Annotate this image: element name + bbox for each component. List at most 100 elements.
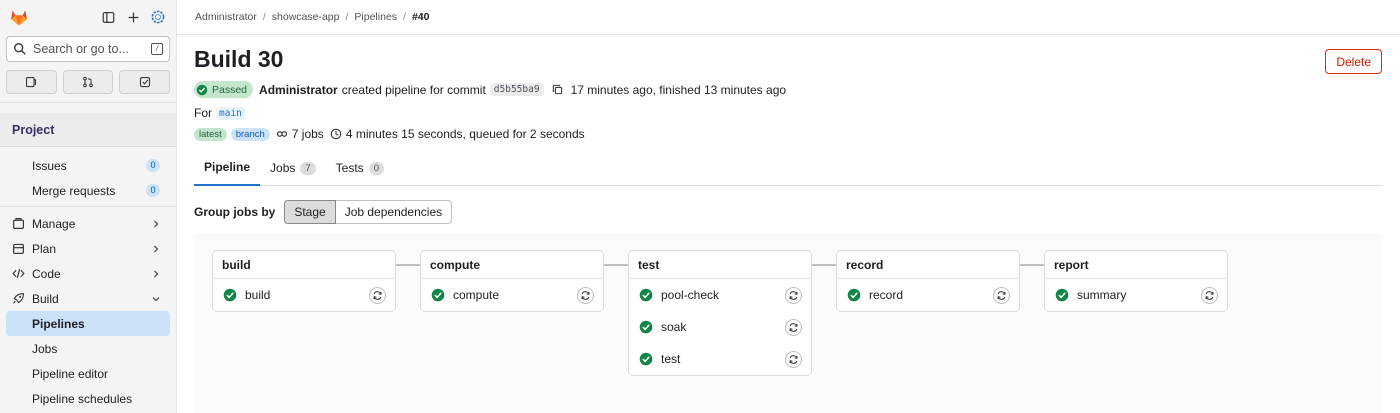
- breadcrumb-item[interactable]: showcase-app: [272, 11, 340, 23]
- check-circle-icon: [431, 288, 445, 302]
- copy-icon[interactable]: [552, 84, 563, 95]
- stage-build: build build: [212, 250, 396, 312]
- retry-button[interactable]: [369, 286, 386, 304]
- search-input[interactable]: Search or go to... /: [6, 36, 170, 62]
- retry-button[interactable]: [785, 318, 802, 336]
- commit-sha[interactable]: d5b55ba9: [489, 83, 544, 96]
- stage-title: test: [629, 251, 811, 279]
- stage-connector: [812, 264, 836, 266]
- check-circle-icon: [639, 288, 653, 302]
- check-circle-icon: [196, 84, 208, 95]
- job-name: soak: [661, 320, 687, 334]
- gitlab-logo-icon[interactable]: [9, 7, 29, 27]
- breadcrumb-item[interactable]: Administrator: [195, 11, 257, 23]
- stage-title: build: [213, 251, 395, 279]
- group-by-stage-button[interactable]: Stage: [284, 200, 336, 224]
- pipeline-jobs-icon: [276, 131, 287, 137]
- chevron-down-icon: [152, 295, 160, 303]
- stage-report: report summary: [1044, 250, 1228, 312]
- sidebar-item-label: Code: [32, 266, 61, 281]
- chevron-right-icon: [152, 245, 160, 253]
- sidebar-item-plan[interactable]: Plan: [6, 236, 170, 261]
- page-title: Build 30: [194, 46, 284, 72]
- branch-ref[interactable]: main: [216, 106, 245, 120]
- todo-button[interactable]: [119, 70, 171, 94]
- group-by-dependencies-button[interactable]: Job dependencies: [335, 200, 453, 224]
- sidebar-item-label: Merge requests: [32, 183, 116, 198]
- group-by-label: Group jobs by: [194, 205, 276, 219]
- group-jobs-by: Group jobs by Stage Job dependencies: [194, 200, 453, 224]
- author-link[interactable]: Administrator: [259, 83, 338, 97]
- sidebar-top: [0, 0, 176, 34]
- sidebar-item-issues[interactable]: Issues 0: [6, 153, 170, 178]
- sidebar-item-pipelines[interactable]: Pipelines: [6, 311, 170, 336]
- sidebar-item-merge-requests[interactable]: Merge requests 0: [6, 178, 170, 203]
- retry-button[interactable]: [785, 286, 802, 304]
- job-record[interactable]: record: [837, 279, 1019, 311]
- sidebar-item-label: Issues: [32, 158, 67, 173]
- assigned-issues-button[interactable]: [6, 70, 57, 94]
- job-build[interactable]: build: [213, 279, 395, 311]
- sidebar-item-pipeline-schedules[interactable]: Pipeline schedules: [6, 386, 170, 411]
- chevron-right-icon: [152, 270, 160, 278]
- sidebar-section-project[interactable]: Project: [0, 113, 176, 147]
- status-badge[interactable]: Passed: [194, 81, 254, 98]
- delete-button[interactable]: Delete: [1325, 49, 1382, 74]
- for-label: For: [194, 106, 212, 120]
- job-pool-check[interactable]: pool-check: [629, 279, 811, 311]
- sidebar-item-pipeline-editor[interactable]: Pipeline editor: [6, 361, 170, 386]
- retry-icon: [789, 354, 798, 364]
- count-badge: 0: [146, 184, 160, 197]
- user-avatar-icon[interactable]: [150, 9, 166, 25]
- group-by-toggle: Stage Job dependencies: [284, 200, 453, 224]
- sidebar-item-label: Manage: [32, 216, 76, 231]
- breadcrumb-item[interactable]: Pipelines: [354, 11, 397, 23]
- tab-tests[interactable]: Tests 0: [326, 150, 394, 186]
- stage-title: compute: [421, 251, 603, 279]
- check-circle-icon: [639, 320, 653, 334]
- status-label: Passed: [212, 83, 248, 96]
- job-summary[interactable]: summary: [1045, 279, 1227, 311]
- pipeline-tabs: Pipeline Jobs 7 Tests 0: [194, 150, 1382, 186]
- tab-jobs[interactable]: Jobs 7: [260, 150, 326, 186]
- tab-count-badge: 7: [300, 161, 316, 175]
- retry-button[interactable]: [785, 350, 802, 368]
- search-placeholder: Search or go to...: [33, 42, 129, 56]
- sidebar-item-code[interactable]: Code: [6, 261, 170, 286]
- count-badge: 0: [146, 159, 160, 172]
- branch-badge: branch: [230, 127, 270, 141]
- chevron-right-icon: [152, 220, 160, 228]
- keyboard-shortcut-icon: /: [151, 43, 163, 55]
- issues-icon: [26, 76, 37, 88]
- retry-icon: [1205, 290, 1214, 300]
- job-soak[interactable]: soak: [629, 311, 811, 343]
- job-compute[interactable]: compute: [421, 279, 603, 311]
- check-circle-icon: [847, 288, 861, 302]
- sidebar-item-manage[interactable]: Manage: [6, 211, 170, 236]
- job-name: summary: [1077, 288, 1127, 302]
- retry-button[interactable]: [993, 286, 1010, 304]
- breadcrumb-current[interactable]: #40: [412, 11, 430, 23]
- check-circle-icon: [223, 288, 237, 302]
- tab-label: Tests: [335, 161, 364, 175]
- retry-icon: [789, 290, 798, 300]
- sidebar-item-label: Build: [32, 291, 59, 306]
- merge-request-icon: [83, 76, 93, 88]
- breadcrumb-separator: /: [345, 11, 349, 23]
- clock-icon: [330, 128, 342, 140]
- tab-pipeline[interactable]: Pipeline: [194, 150, 261, 186]
- retry-button[interactable]: [1201, 286, 1218, 304]
- sidebar-item-build[interactable]: Build: [6, 286, 170, 311]
- job-test[interactable]: test: [629, 343, 811, 375]
- sidebar-item-jobs[interactable]: Jobs: [6, 336, 170, 361]
- main-content: Administrator / showcase-app / Pipelines…: [177, 0, 1400, 413]
- retry-button[interactable]: [577, 286, 594, 304]
- created-text: created pipeline for commit: [341, 82, 486, 97]
- plus-icon[interactable]: [125, 9, 141, 25]
- job-name: pool-check: [661, 288, 720, 302]
- stage-test: test pool-check soak test: [628, 250, 812, 376]
- check-circle-icon: [1055, 288, 1069, 302]
- stage-record: record record: [836, 250, 1020, 312]
- sidebar-toggle-icon[interactable]: [100, 9, 116, 25]
- merge-requests-button[interactable]: [62, 70, 114, 94]
